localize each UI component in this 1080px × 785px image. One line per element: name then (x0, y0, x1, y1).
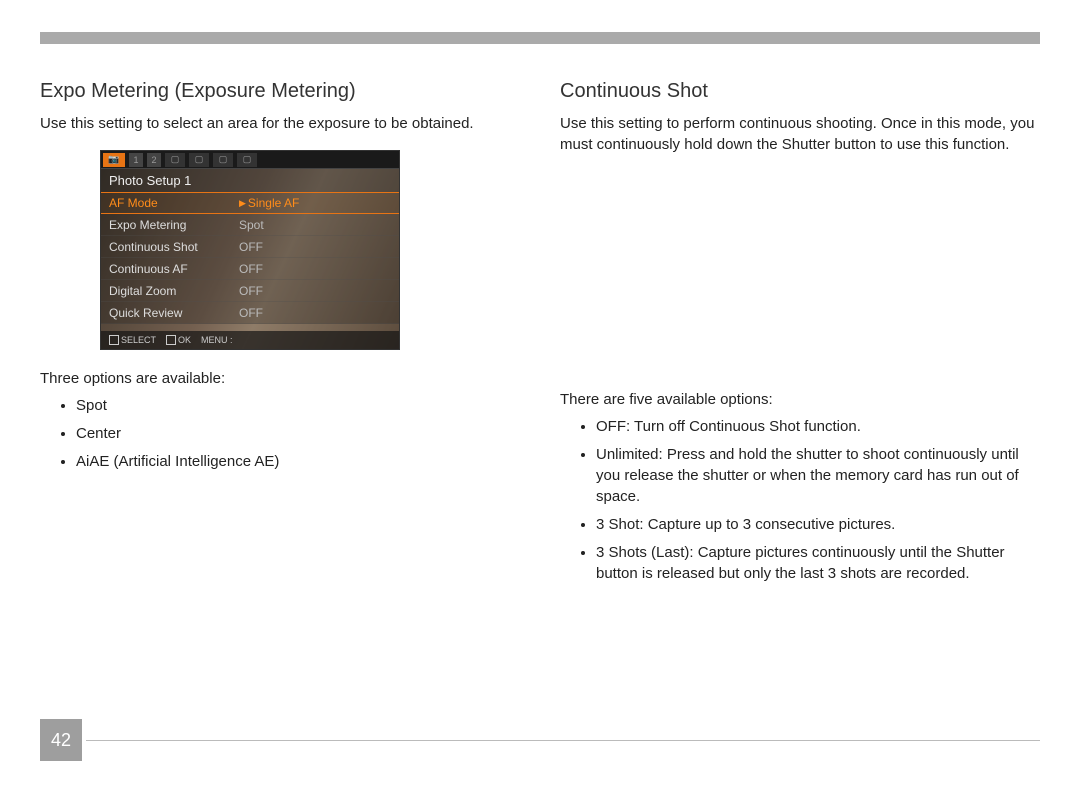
list-item: AiAE (Artificial Intelligence AE) (76, 451, 520, 472)
selection-arrow-icon: ▶ (239, 198, 246, 209)
tab-video-icon: ▢ (165, 153, 185, 167)
menu-label: Continuous Shot (109, 240, 239, 254)
camera-tab-icon: 📷 (103, 153, 125, 167)
menu-row-continuous-shot: Continuous Shot OFF (101, 236, 399, 258)
hint-ok: OK (166, 335, 191, 346)
top-divider-bar (40, 32, 1040, 44)
tab-2: 2 (147, 153, 161, 167)
menu-row-digital-zoom: Digital Zoom OFF (101, 280, 399, 302)
continuous-options-intro: There are five available options: (560, 391, 1040, 408)
menu-label: Digital Zoom (109, 284, 239, 298)
menu-tab-bar: 📷 1 2 ▢ ▢ ▢ ▢ (101, 151, 399, 169)
menu-label: Expo Metering (109, 218, 239, 232)
dpad-icon (109, 335, 119, 345)
list-item: Center (76, 423, 520, 444)
menu-value: OFF (239, 306, 263, 320)
menu-value: Single AF (248, 196, 299, 210)
expo-options-list: Spot Center AiAE (Artificial Intelligenc… (40, 395, 520, 472)
list-item: 3 Shots (Last): Capture pictures continu… (596, 542, 1040, 584)
page-footer: 42 (40, 719, 1040, 761)
ok-button-icon (166, 335, 176, 345)
menu-label: AF Mode (109, 196, 239, 210)
page-number: 42 (40, 719, 82, 761)
right-column: Continuous Shot Use this setting to perf… (560, 80, 1040, 591)
menu-value: OFF (239, 284, 263, 298)
tab-setup-icon: ▢ (213, 153, 233, 167)
tab-other-icon: ▢ (237, 153, 257, 167)
left-column: Expo Metering (Exposure Metering) Use th… (40, 80, 520, 591)
camera-menu-screenshot: 📷 1 2 ▢ ▢ ▢ ▢ Photo Setup 1 AF Mode ▶ Si… (100, 150, 400, 350)
menu-label: Continuous AF (109, 262, 239, 276)
tab-playback-icon: ▢ (189, 153, 209, 167)
menu-value: OFF (239, 240, 263, 254)
hint-select: SELECT (109, 335, 156, 346)
continuous-shot-heading: Continuous Shot (560, 80, 1040, 103)
page-container: Expo Metering (Exposure Metering) Use th… (0, 0, 1080, 785)
continuous-shot-intro: Use this setting to perform continuous s… (560, 113, 1040, 155)
list-item: Unlimited: Press and hold the shutter to… (596, 444, 1040, 507)
continuous-options-list: OFF: Turn off Continuous Shot function. … (560, 416, 1040, 584)
menu-label: Quick Review (109, 306, 239, 320)
expo-metering-intro: Use this setting to select an area for t… (40, 113, 520, 134)
menu-row-af-mode: AF Mode ▶ Single AF (101, 192, 399, 214)
footer-rule (86, 740, 1040, 741)
list-item: Spot (76, 395, 520, 416)
list-item: 3 Shot: Capture up to 3 consecutive pict… (596, 514, 1040, 535)
two-column-layout: Expo Metering (Exposure Metering) Use th… (40, 80, 1040, 591)
menu-row-continuous-af: Continuous AF OFF (101, 258, 399, 280)
hint-menu: MENU : (201, 335, 233, 345)
list-item: OFF: Turn off Continuous Shot function. (596, 416, 1040, 437)
menu-value: Spot (239, 218, 264, 232)
menu-value: OFF (239, 262, 263, 276)
menu-row-expo-metering: Expo Metering Spot (101, 214, 399, 236)
expo-metering-heading: Expo Metering (Exposure Metering) (40, 80, 520, 103)
tab-1: 1 (129, 153, 143, 167)
menu-title: Photo Setup 1 (101, 169, 399, 192)
expo-options-intro: Three options are available: (40, 370, 520, 387)
menu-footer-hints: SELECT OK MENU : (101, 331, 399, 349)
menu-row-quick-review: Quick Review OFF (101, 302, 399, 324)
